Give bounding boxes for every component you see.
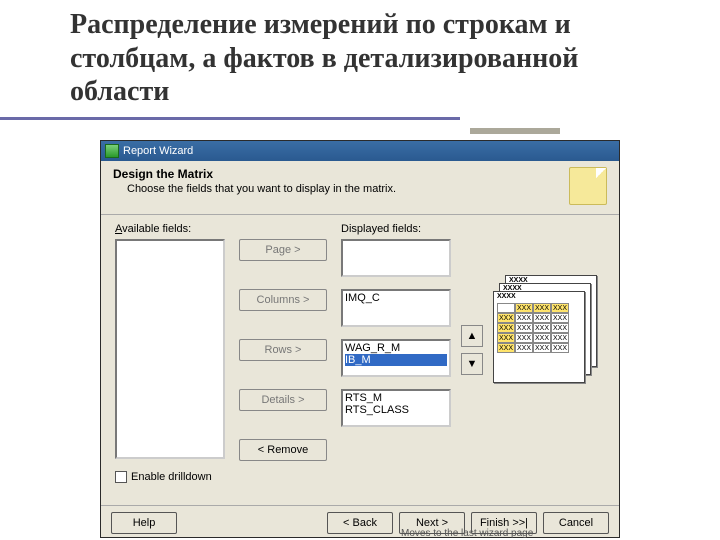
slide-title: Распределение измерений по строкам и сто…: [0, 0, 720, 113]
details-button[interactable]: Details >: [239, 389, 327, 411]
details-fields-listbox[interactable]: RTS_M RTS_CLASS: [341, 389, 451, 427]
move-down-button[interactable]: ▼: [461, 353, 483, 375]
preview-card: XXXX XXXXXXXXX XXXXXXXXXXXX XXXXXXXXXXXX…: [493, 291, 585, 383]
list-item[interactable]: WAG_R_M: [345, 342, 447, 354]
page-fields-listbox[interactable]: [341, 239, 451, 277]
assign-buttons: Page > Columns > Rows > Details > < Remo…: [239, 239, 327, 489]
move-up-button[interactable]: ▲: [461, 325, 483, 347]
slide-accent: [470, 128, 560, 134]
rows-fields-listbox[interactable]: WAG_R_M IB_M: [341, 339, 451, 377]
wizard-head-title: Design the Matrix: [113, 167, 607, 181]
columns-button[interactable]: Columns >: [239, 289, 327, 311]
list-item[interactable]: IMQ_C: [345, 292, 447, 304]
available-fields-label: Available fields:: [115, 223, 191, 235]
wizard-head-sub: Choose the fields that you want to displ…: [127, 183, 607, 195]
enable-drilldown-checkbox[interactable]: [115, 471, 127, 483]
enable-drilldown-row[interactable]: Enable drilldown: [115, 471, 212, 483]
matrix-preview: XXXX XXXX XXXX XXXXXXXXX XXXXXXXXXXXX XX…: [493, 275, 603, 385]
list-item[interactable]: RTS_M: [345, 392, 447, 404]
window-title: Report Wizard: [123, 145, 193, 157]
remove-button[interactable]: < Remove: [239, 439, 327, 461]
enable-drilldown-label: Enable drilldown: [131, 471, 212, 483]
rows-button[interactable]: Rows >: [239, 339, 327, 361]
list-item[interactable]: RTS_CLASS: [345, 404, 447, 416]
help-button[interactable]: Help: [111, 512, 177, 534]
page-button[interactable]: Page >: [239, 239, 327, 261]
wizard-header: Design the Matrix Choose the fields that…: [101, 161, 619, 215]
available-fields-listbox[interactable]: [115, 239, 225, 459]
slide-rule: [0, 117, 460, 120]
back-button[interactable]: < Back: [327, 512, 393, 534]
columns-fields-listbox[interactable]: IMQ_C: [341, 289, 451, 327]
wizard-footer: Help < Back Next > Finish >>| Cancel: [101, 505, 619, 539]
sticky-note-icon: [569, 167, 607, 205]
titlebar[interactable]: Report Wizard: [101, 141, 619, 161]
wizard-body: Available fields: Page > Columns > Rows …: [101, 215, 619, 505]
app-icon: [105, 144, 119, 158]
status-bar-text: Moves to the last wizard page: [401, 528, 533, 539]
report-wizard-dialog: Report Wizard Design the Matrix Choose t…: [100, 140, 620, 538]
cancel-button[interactable]: Cancel: [543, 512, 609, 534]
list-item-selected[interactable]: IB_M: [345, 354, 447, 366]
displayed-fields-label: Displayed fields:: [341, 223, 421, 235]
